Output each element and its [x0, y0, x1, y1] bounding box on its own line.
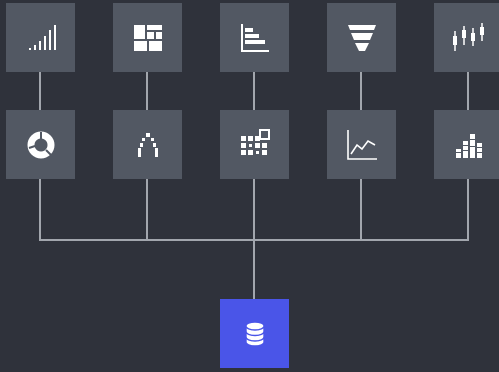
tile-stacked-column-chart[interactable] — [434, 110, 499, 179]
stacked-column-chart-icon — [455, 133, 482, 158]
database-icon — [244, 320, 265, 347]
line-chart-icon — [346, 129, 377, 160]
candlestick-chart-icon — [452, 22, 484, 51]
tile-database[interactable] — [220, 299, 289, 368]
tile-candlestick-chart[interactable] — [434, 3, 499, 72]
chart-type-diagram — [0, 0, 499, 372]
tile-funnel-chart[interactable] — [327, 3, 396, 72]
tile-heatmap-grid[interactable] — [220, 110, 289, 179]
horizontal-bar-chart-icon — [240, 23, 269, 52]
heatmap-grid-icon — [240, 128, 270, 155]
network-graph-icon — [137, 132, 158, 157]
tile-donut-chart[interactable] — [6, 110, 75, 179]
tile-treemap[interactable] — [113, 3, 182, 72]
treemap-icon — [133, 24, 162, 51]
tile-horizontal-bar-chart[interactable] — [220, 3, 289, 72]
donut-chart-icon — [27, 131, 54, 158]
signal-bars-icon — [28, 24, 56, 50]
tile-line-chart[interactable] — [327, 110, 396, 179]
tile-signal-bars[interactable] — [6, 3, 75, 72]
funnel-chart-icon — [347, 24, 376, 51]
tile-network-graph[interactable] — [113, 110, 182, 179]
